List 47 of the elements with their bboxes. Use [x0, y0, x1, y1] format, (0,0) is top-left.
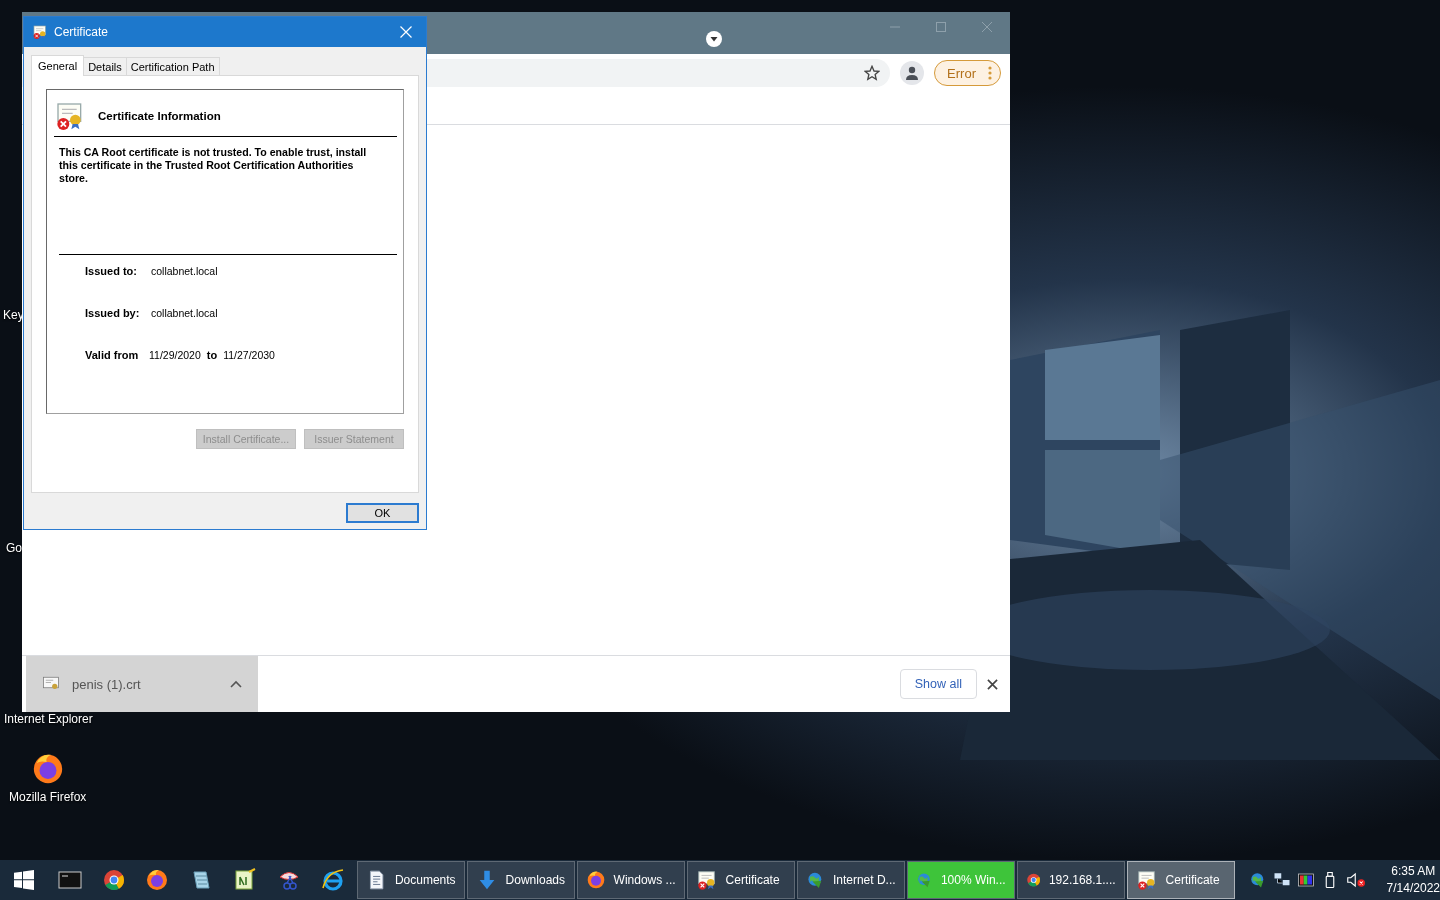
- taskbar-button[interactable]: Certificate: [1126, 861, 1235, 899]
- taskbar-button[interactable]: Certificate: [686, 861, 795, 899]
- taskbar-button[interactable]: 192.168.1....: [1016, 861, 1125, 899]
- notepad-icon[interactable]: [233, 868, 258, 892]
- fox-globe-icon[interactable]: [585, 869, 606, 891]
- taskbar-button[interactable]: Downloads: [466, 861, 575, 899]
- dropdown-icon[interactable]: [706, 31, 722, 47]
- date-value: 11/29/2020: [149, 349, 201, 361]
- chrome-icon[interactable]: [101, 868, 126, 892]
- tab[interactable]: Certification Path: [125, 57, 220, 75]
- date-value: 11/27/2030: [223, 349, 275, 361]
- certificate-icon[interactable]: [1135, 869, 1158, 891]
- section-heading: Certificate Information: [98, 110, 221, 122]
- download-item[interactable]: penis (1).crt: [26, 656, 258, 712]
- clock-date[interactable]: 7/14/2022: [1386, 880, 1440, 897]
- terminal-icon[interactable]: [57, 868, 82, 892]
- ok-button[interactable]: OK: [346, 503, 419, 523]
- fox-globe-icon[interactable]: [145, 868, 170, 892]
- desktop-icon-label[interactable]: Internet Explorer: [4, 712, 93, 726]
- profile-icon[interactable]: [904, 65, 921, 81]
- warning-message: This CA Root certificate is not trusted. To enable trust, install this certificate in the Trusted Root Certification Authorities store.: [59, 146, 397, 255]
- muted-speaker-icon[interactable]: [1344, 871, 1367, 889]
- error-button[interactable]: Error: [934, 60, 1001, 86]
- clock-time[interactable]: 6:35 AM: [1391, 863, 1436, 880]
- field-label: Issued by:: [85, 307, 141, 319]
- certificate-icon: [32, 24, 48, 40]
- taskbar-button[interactable]: Windows ...: [576, 861, 685, 899]
- field-label: Issued to:: [85, 265, 138, 277]
- chevron-up-icon[interactable]: [230, 680, 242, 688]
- e-logo-icon[interactable]: [320, 868, 345, 892]
- certificate-icon[interactable]: [695, 869, 718, 891]
- field-value: collabnet.local: [151, 265, 218, 277]
- window-title: Certificate: [54, 25, 110, 39]
- close-icon[interactable]: [987, 678, 998, 690]
- star-icon[interactable]: [864, 65, 881, 81]
- desktop-icon-label[interactable]: Go: [6, 541, 22, 555]
- file-name: penis (1).crt: [72, 676, 142, 692]
- field-label: Valid from: [85, 349, 140, 361]
- display-icon[interactable]: [1296, 871, 1315, 889]
- taskbar-button[interactable]: Documents: [356, 861, 465, 899]
- taskbar-button[interactable]: Internet D...: [796, 861, 905, 899]
- show-all-button[interactable]: Show all: [899, 669, 977, 699]
- field-label: to: [206, 349, 218, 361]
- field-value: collabnet.local: [151, 307, 218, 319]
- windows-start-icon[interactable]: [13, 870, 34, 890]
- tab[interactable]: General: [31, 55, 85, 76]
- desktop-icon-label[interactable]: Mozilla Firefox: [9, 790, 87, 804]
